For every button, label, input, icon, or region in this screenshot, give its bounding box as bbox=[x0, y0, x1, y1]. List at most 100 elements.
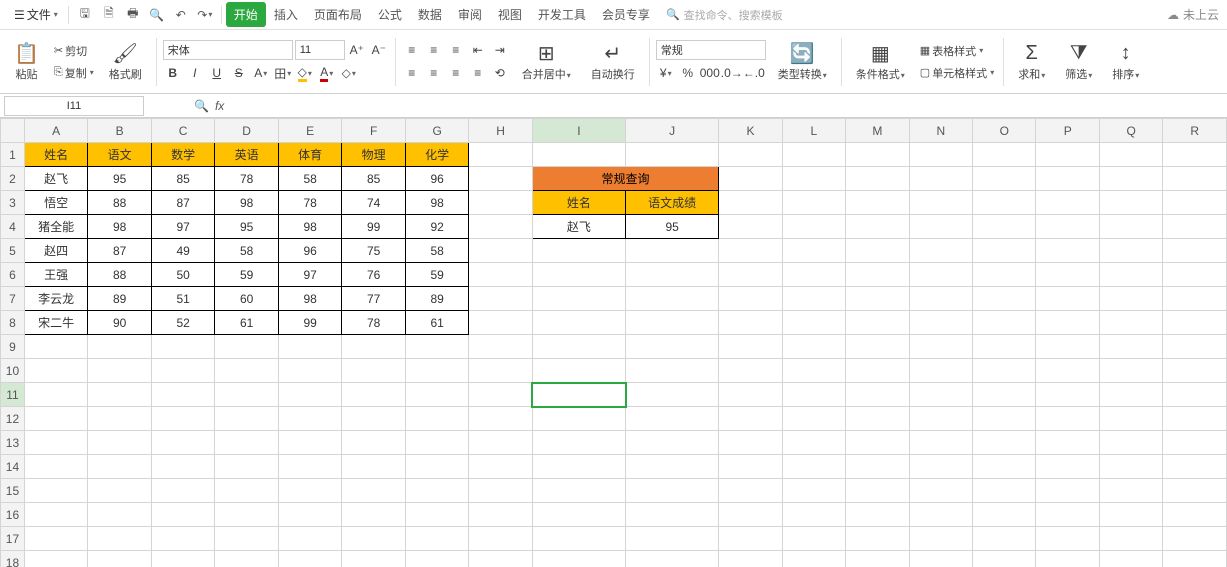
cell-B1[interactable]: 语文 bbox=[88, 143, 152, 167]
border-button[interactable]: 田▾ bbox=[273, 63, 293, 83]
cell-J7[interactable] bbox=[626, 287, 719, 311]
cell-F16[interactable] bbox=[342, 503, 406, 527]
inc-decimal-button[interactable]: .0→ bbox=[722, 63, 742, 83]
cell-K6[interactable] bbox=[719, 263, 782, 287]
cell-A12[interactable] bbox=[24, 407, 87, 431]
strike-button[interactable]: S bbox=[229, 63, 249, 83]
table-style-button[interactable]: ▦表格样式▾ bbox=[917, 41, 997, 61]
cell-Q16[interactable] bbox=[1099, 503, 1162, 527]
command-search[interactable]: 🔍 查找命令、搜索模板 bbox=[666, 7, 783, 23]
cell-E9[interactable] bbox=[278, 335, 342, 359]
cell-C18[interactable] bbox=[151, 551, 215, 567]
undo-icon[interactable]: ↶ bbox=[172, 6, 190, 24]
cell-I3[interactable]: 姓名 bbox=[532, 191, 625, 215]
cell-J17[interactable] bbox=[626, 527, 719, 551]
cell-M8[interactable] bbox=[846, 311, 909, 335]
cell-A6[interactable]: 王强 bbox=[24, 263, 87, 287]
cell-O8[interactable] bbox=[973, 311, 1036, 335]
cell-B13[interactable] bbox=[88, 431, 152, 455]
cell-Q4[interactable] bbox=[1099, 215, 1162, 239]
col-header-B[interactable]: B bbox=[88, 119, 152, 143]
cell-B12[interactable] bbox=[88, 407, 152, 431]
cell-F2[interactable]: 85 bbox=[342, 167, 406, 191]
cell-I16[interactable] bbox=[532, 503, 625, 527]
cell-H10[interactable] bbox=[469, 359, 532, 383]
font-size-combo[interactable]: 11 bbox=[295, 40, 345, 60]
cell-I13[interactable] bbox=[532, 431, 625, 455]
font-name-combo[interactable]: 宋体 bbox=[163, 40, 293, 60]
cloud-status[interactable]: ☁ 未上云 bbox=[1167, 6, 1219, 23]
sort-button[interactable]: ↕排序▾ bbox=[1108, 39, 1143, 84]
cell-M9[interactable] bbox=[846, 335, 909, 359]
cell-A8[interactable]: 宋二牛 bbox=[24, 311, 87, 335]
cell-C10[interactable] bbox=[151, 359, 215, 383]
cell-B9[interactable] bbox=[88, 335, 152, 359]
align-right-button[interactable]: ≡ bbox=[446, 63, 466, 83]
cell-G1[interactable]: 化学 bbox=[405, 143, 469, 167]
wrap-text-button[interactable]: ↵自动换行 bbox=[587, 39, 639, 84]
cell-K16[interactable] bbox=[719, 503, 782, 527]
cell-E3[interactable]: 78 bbox=[278, 191, 342, 215]
file-menu[interactable]: ☰ 文件 ▾ bbox=[8, 2, 64, 27]
cell-M16[interactable] bbox=[846, 503, 909, 527]
cell-E5[interactable]: 96 bbox=[278, 239, 342, 263]
tab-insert[interactable]: 插入 bbox=[266, 2, 306, 27]
cell-D16[interactable] bbox=[215, 503, 279, 527]
cell-N16[interactable] bbox=[909, 503, 972, 527]
cell-Q8[interactable] bbox=[1099, 311, 1162, 335]
cell-J3[interactable]: 语文成绩 bbox=[626, 191, 719, 215]
cell-K13[interactable] bbox=[719, 431, 782, 455]
cell-O15[interactable] bbox=[973, 479, 1036, 503]
cell-N7[interactable] bbox=[909, 287, 972, 311]
cell-E7[interactable]: 98 bbox=[278, 287, 342, 311]
col-header-K[interactable]: K bbox=[719, 119, 782, 143]
cell-R15[interactable] bbox=[1163, 479, 1227, 503]
cell-P14[interactable] bbox=[1036, 455, 1099, 479]
cell-D10[interactable] bbox=[215, 359, 279, 383]
cell-P1[interactable] bbox=[1036, 143, 1099, 167]
cell-G6[interactable]: 59 bbox=[405, 263, 469, 287]
cell-G11[interactable] bbox=[405, 383, 469, 407]
cell-F4[interactable]: 99 bbox=[342, 215, 406, 239]
row-header-15[interactable]: 15 bbox=[1, 479, 25, 503]
cell-C14[interactable] bbox=[151, 455, 215, 479]
col-header-H[interactable]: H bbox=[469, 119, 532, 143]
preview-icon[interactable]: 🔍 bbox=[148, 6, 166, 24]
cell-R14[interactable] bbox=[1163, 455, 1227, 479]
cell-C5[interactable]: 49 bbox=[151, 239, 215, 263]
cell-C15[interactable] bbox=[151, 479, 215, 503]
col-header-G[interactable]: G bbox=[405, 119, 469, 143]
cell-F9[interactable] bbox=[342, 335, 406, 359]
cell-B16[interactable] bbox=[88, 503, 152, 527]
cell-K3[interactable] bbox=[719, 191, 782, 215]
tab-page-layout[interactable]: 页面布局 bbox=[306, 2, 370, 27]
align-left-button[interactable]: ≡ bbox=[402, 63, 422, 83]
cell-F6[interactable]: 76 bbox=[342, 263, 406, 287]
cell-E12[interactable] bbox=[278, 407, 342, 431]
col-header-E[interactable]: E bbox=[278, 119, 342, 143]
cell-L3[interactable] bbox=[782, 191, 845, 215]
paste-button[interactable]: 📋粘贴 bbox=[10, 39, 43, 84]
cell-J18[interactable] bbox=[626, 551, 719, 567]
cell-O14[interactable] bbox=[973, 455, 1036, 479]
cell-D15[interactable] bbox=[215, 479, 279, 503]
cell-F7[interactable]: 77 bbox=[342, 287, 406, 311]
cell-E18[interactable] bbox=[278, 551, 342, 567]
cell-B2[interactable]: 95 bbox=[88, 167, 152, 191]
cell-A13[interactable] bbox=[24, 431, 87, 455]
cell-Q11[interactable] bbox=[1099, 383, 1162, 407]
cell-M11[interactable] bbox=[846, 383, 909, 407]
row-header-10[interactable]: 10 bbox=[1, 359, 25, 383]
col-header-J[interactable]: J bbox=[626, 119, 719, 143]
cell-C4[interactable]: 97 bbox=[151, 215, 215, 239]
cell-E1[interactable]: 体育 bbox=[278, 143, 342, 167]
cell-A3[interactable]: 悟空 bbox=[24, 191, 87, 215]
row-header-18[interactable]: 18 bbox=[1, 551, 25, 567]
align-center-button[interactable]: ≡ bbox=[424, 63, 444, 83]
cell-F1[interactable]: 物理 bbox=[342, 143, 406, 167]
font-grow-button[interactable]: A⁺ bbox=[347, 40, 367, 60]
cell-C8[interactable]: 52 bbox=[151, 311, 215, 335]
tab-review[interactable]: 审阅 bbox=[450, 2, 490, 27]
formula-input[interactable] bbox=[230, 97, 1227, 115]
underline-button[interactable]: U bbox=[207, 63, 227, 83]
